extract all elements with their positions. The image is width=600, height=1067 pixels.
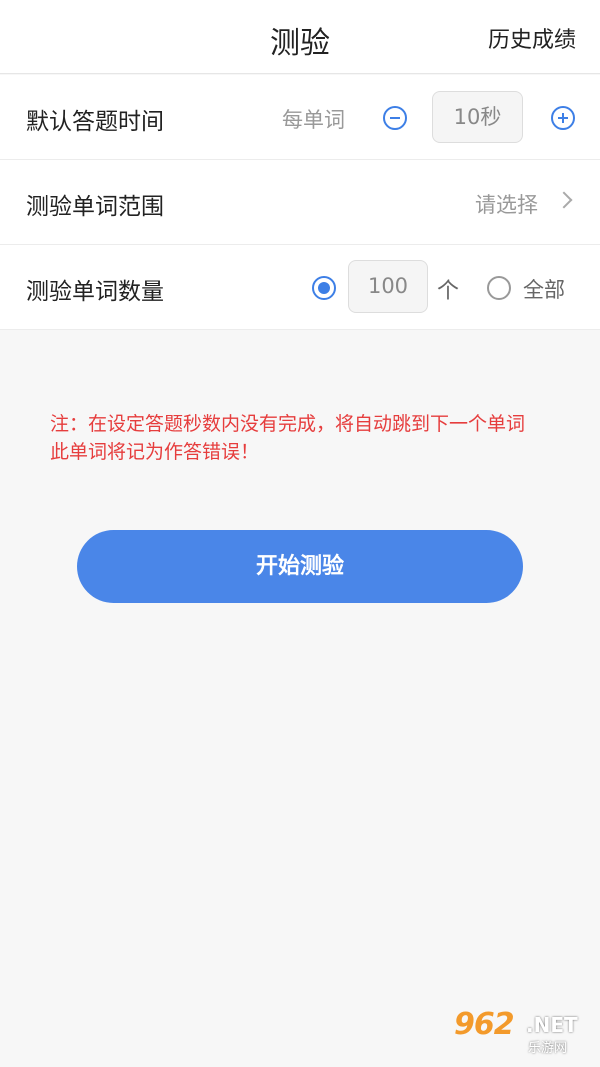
word-count-input[interactable]: 100	[348, 260, 428, 313]
word-count-row: 测验单词数量 100 个 全部	[0, 245, 600, 330]
warning-note: 注：在设定答题秒数内没有完成，将自动跳到下一个单词 此单词将记为作答错误！	[50, 413, 526, 463]
watermark-net: .NET	[526, 1013, 578, 1037]
per-word-label: 每单词	[282, 108, 345, 132]
answer-time-label: 默认答题时间	[26, 109, 164, 135]
chevron-right-icon	[555, 191, 573, 209]
answer-time-value[interactable]: 10秒	[432, 91, 523, 143]
start-test-button[interactable]: 开始测验	[77, 530, 523, 603]
word-count-label: 测验单词数量	[26, 279, 164, 305]
count-radio[interactable]	[312, 276, 336, 300]
word-range-value[interactable]: 请选择	[475, 189, 538, 219]
minus-circle-icon[interactable]	[383, 106, 407, 130]
count-unit-label: 个	[437, 279, 460, 304]
word-range-label: 测验单词范围	[26, 194, 164, 220]
watermark-number: 962	[454, 1007, 515, 1042]
word-range-row[interactable]: 测验单词范围 请选择	[0, 160, 600, 245]
watermark-cn: 乐游网	[528, 1041, 568, 1056]
history-scores-button[interactable]: 历史成绩	[488, 22, 576, 54]
answer-time-row: 默认答题时间 每单词 10秒	[0, 75, 600, 160]
plus-circle-icon[interactable]	[551, 106, 575, 130]
all-label[interactable]: 全部	[523, 274, 565, 304]
all-radio[interactable]	[487, 276, 511, 300]
top-bar: 测验 历史成绩	[0, 0, 600, 74]
watermark-logo: 962 .NET 乐游网	[454, 1007, 592, 1059]
